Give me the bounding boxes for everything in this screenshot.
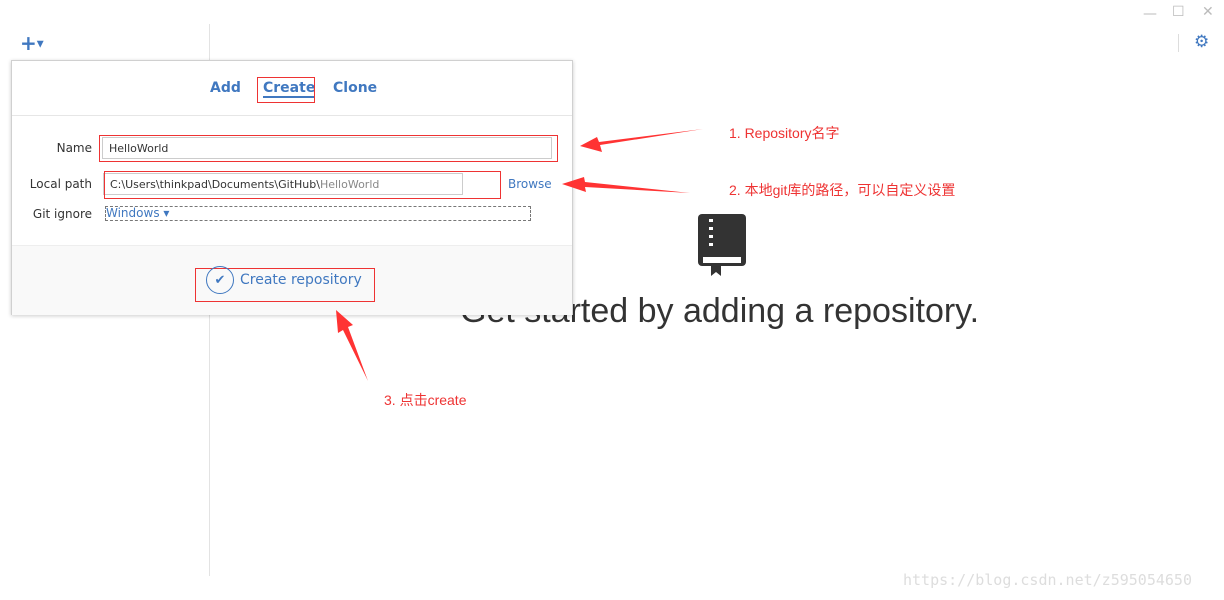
annotation-1: 1. Repository名字 bbox=[729, 125, 840, 141]
annotation-3: 3. 点击create bbox=[384, 392, 467, 408]
arrow-1 bbox=[580, 129, 703, 152]
arrow-2 bbox=[562, 177, 690, 193]
annotation-arrows bbox=[336, 129, 703, 381]
watermark: https://blog.csdn.net/z595054650 bbox=[903, 571, 1192, 589]
arrow-3 bbox=[336, 310, 368, 381]
annotation-2: 2. 本地git库的路径，可以自定义设置 bbox=[729, 182, 956, 198]
